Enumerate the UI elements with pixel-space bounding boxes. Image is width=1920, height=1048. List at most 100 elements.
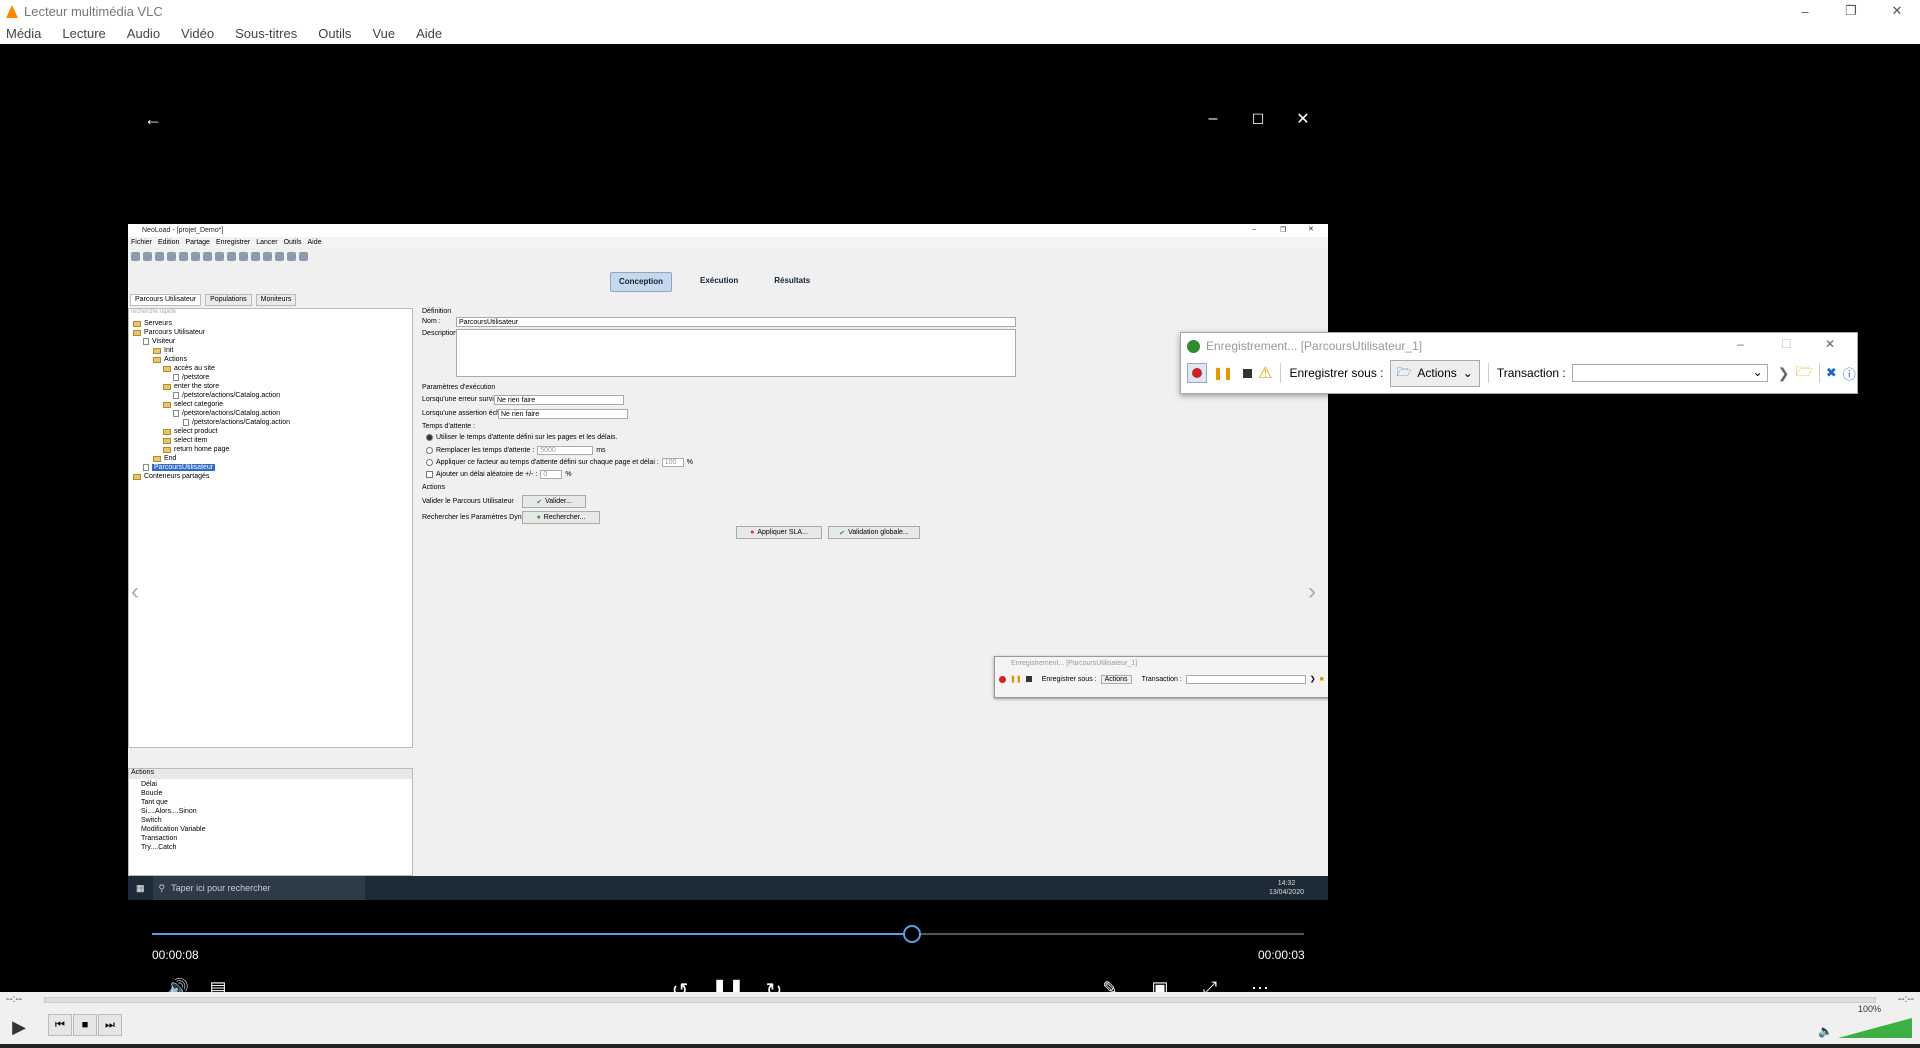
tree-item[interactable]: Actions bbox=[153, 356, 187, 363]
description-field[interactable] bbox=[456, 329, 1016, 377]
vlc-speaker-icon[interactable]: 🔈 bbox=[1818, 1024, 1833, 1038]
radio-selected[interactable] bbox=[426, 434, 433, 441]
wait-option-1[interactable]: Utiliser le temps d'attente défini sur l… bbox=[426, 434, 617, 441]
factor-field[interactable]: 100 bbox=[661, 458, 684, 467]
seek-thumb[interactable] bbox=[903, 925, 922, 943]
neo-menu-aide[interactable]: Aide bbox=[308, 239, 322, 246]
gear-icon[interactable] bbox=[239, 251, 248, 261]
tab-parcours[interactable]: Parcours Utilisateur bbox=[130, 294, 202, 306]
save-as-select[interactable]: 🗁 Actions ⌄ bbox=[1389, 359, 1480, 387]
neo-menu-lancer[interactable]: Lancer bbox=[256, 239, 277, 246]
record-icon[interactable] bbox=[191, 251, 200, 261]
tree-item[interactable]: select product bbox=[163, 428, 218, 435]
menu-video[interactable]: Vidéo bbox=[181, 26, 214, 41]
tree-item[interactable]: Init bbox=[153, 347, 173, 354]
tab-resultats[interactable]: Résultats bbox=[766, 272, 818, 292]
neo-restore-icon[interactable]: ❐ bbox=[1280, 226, 1286, 234]
help-icon[interactable]: ⓘ bbox=[1843, 364, 1856, 383]
open-icon[interactable] bbox=[143, 251, 152, 261]
neo-menu-outils[interactable]: Outils bbox=[284, 239, 302, 246]
tree-item[interactable]: End bbox=[153, 455, 176, 462]
search-button[interactable]: ● Rechercher... bbox=[522, 511, 600, 524]
menu-vue[interactable]: Vue bbox=[372, 26, 395, 41]
prev-arrow-icon[interactable]: ‹ bbox=[131, 578, 139, 606]
palette-item[interactable]: Transaction bbox=[141, 835, 177, 842]
windows-start-icon[interactable]: ▦ bbox=[136, 883, 145, 894]
palette-item[interactable]: Délai bbox=[141, 781, 157, 788]
palette-item[interactable]: Si....Alors....Sinon bbox=[141, 808, 197, 815]
rec-close-icon[interactable]: ✕ bbox=[1825, 337, 1835, 351]
tree-item[interactable]: Visiteur bbox=[143, 338, 175, 345]
tree-item[interactable]: select item bbox=[163, 437, 207, 444]
neo-menu-enregistrer[interactable]: Enregistrer bbox=[216, 239, 250, 246]
pause-button[interactable]: ❚❚ bbox=[1213, 366, 1233, 380]
next-arrow-icon[interactable]: › bbox=[1308, 578, 1316, 606]
tree-item[interactable]: Conteneurs partagés bbox=[133, 473, 209, 480]
palette-item[interactable]: Tant que bbox=[141, 799, 168, 806]
next-arrow-icon[interactable]: ❯ bbox=[1778, 365, 1790, 382]
back-arrow-icon[interactable]: ← bbox=[138, 104, 168, 134]
vlc-previous-icon[interactable]: ⏮ bbox=[48, 1014, 72, 1036]
transaction-combobox[interactable]: ⌄ bbox=[1571, 364, 1768, 382]
menu-outils[interactable]: Outils bbox=[318, 26, 351, 41]
tree-item[interactable]: /petstore/actions/Catalog.action bbox=[183, 419, 290, 426]
tree-item[interactable]: select categorie bbox=[163, 401, 223, 408]
menu-lecture[interactable]: Lecture bbox=[62, 26, 105, 41]
validate-button[interactable]: ✔ Valider... bbox=[522, 495, 586, 508]
palette-item[interactable]: Modification Variable bbox=[141, 826, 205, 833]
neo-menu-partage[interactable]: Partage bbox=[185, 239, 210, 246]
warning-icon[interactable]: ⚠ bbox=[1258, 363, 1272, 383]
tree-item[interactable]: accès au site bbox=[163, 365, 215, 372]
globe-icon[interactable] bbox=[227, 251, 236, 261]
menu-media[interactable]: Média bbox=[6, 26, 41, 41]
record-button[interactable] bbox=[1187, 363, 1207, 383]
menu-audio[interactable]: Audio bbox=[127, 26, 160, 41]
vlc-seek-bar[interactable] bbox=[44, 997, 1876, 1003]
vlc-next-icon[interactable]: ⏭ bbox=[98, 1014, 122, 1036]
save-icon[interactable] bbox=[155, 251, 164, 261]
palette-item[interactable]: Switch bbox=[141, 817, 162, 824]
tree-item[interactable]: enter the store bbox=[163, 383, 219, 390]
network-icon[interactable] bbox=[287, 251, 296, 261]
new-icon[interactable] bbox=[131, 251, 140, 261]
user-icon[interactable] bbox=[251, 251, 260, 261]
settings-icon[interactable]: ✖ bbox=[1826, 365, 1837, 381]
close-icon[interactable]: ✕ bbox=[1288, 104, 1318, 134]
palette-item[interactable]: Try....Catch bbox=[141, 844, 176, 851]
tab-moniteurs[interactable]: Moniteurs bbox=[255, 294, 297, 306]
assertion-select[interactable]: Ne rien faire bbox=[498, 409, 628, 419]
menu-aide[interactable]: Aide bbox=[416, 26, 442, 41]
save-as-select[interactable]: Actions bbox=[1100, 674, 1132, 684]
tab-execution[interactable]: Exécution bbox=[692, 272, 746, 292]
global-validation-button[interactable]: ✔ Validation globale... bbox=[828, 526, 920, 539]
play-icon[interactable] bbox=[203, 251, 212, 261]
tree-item-selected[interactable]: ParcoursUtilisateur bbox=[143, 464, 216, 471]
tree-search-input[interactable]: recherche rapide bbox=[129, 309, 412, 318]
minimize-icon[interactable]: – bbox=[1198, 104, 1228, 134]
stop-button[interactable] bbox=[1243, 368, 1253, 378]
apply-sla-button[interactable]: ● Appliquer SLA... bbox=[736, 526, 822, 539]
tree-item[interactable]: Serveurs bbox=[133, 320, 172, 327]
pause-icon[interactable]: ❚❚ bbox=[1010, 675, 1022, 683]
tree-item[interactable]: Parcours Utilisateur bbox=[133, 329, 205, 336]
rec-minimize-icon[interactable]: – bbox=[1737, 337, 1744, 351]
close-button[interactable]: ✕ bbox=[1874, 0, 1920, 22]
checkbox[interactable] bbox=[426, 471, 433, 478]
vlc-volume-slider[interactable] bbox=[1838, 1016, 1912, 1038]
check-icon[interactable] bbox=[179, 251, 188, 261]
tree-item[interactable]: /petstore/actions/Catalog.action bbox=[173, 410, 280, 417]
restore-button[interactable]: ❐ bbox=[1828, 0, 1874, 22]
tab-conception[interactable]: Conception bbox=[610, 272, 672, 292]
arrow-icon[interactable]: ❯ bbox=[1310, 675, 1316, 683]
neo-menu-fichier[interactable]: Fichier bbox=[131, 239, 152, 246]
chart-icon[interactable] bbox=[263, 251, 272, 261]
wait-option-2[interactable]: Remplacer les temps d'attente :5000 ms bbox=[426, 446, 606, 455]
taskbar-search[interactable]: ⚲ Taper ici pour rechercher bbox=[152, 876, 365, 900]
neo-menu-edition[interactable]: Edition bbox=[158, 239, 179, 246]
wait-option-4[interactable]: Ajouter un délai aléatoire de +/- :0% bbox=[426, 470, 572, 479]
transaction-input[interactable] bbox=[1185, 674, 1306, 684]
stop-icon[interactable] bbox=[1025, 676, 1032, 682]
palette-item[interactable]: Boucle bbox=[141, 790, 162, 797]
wait-ms-field[interactable]: 5000 bbox=[537, 446, 594, 455]
random-delay-field[interactable]: 0 bbox=[540, 470, 563, 479]
